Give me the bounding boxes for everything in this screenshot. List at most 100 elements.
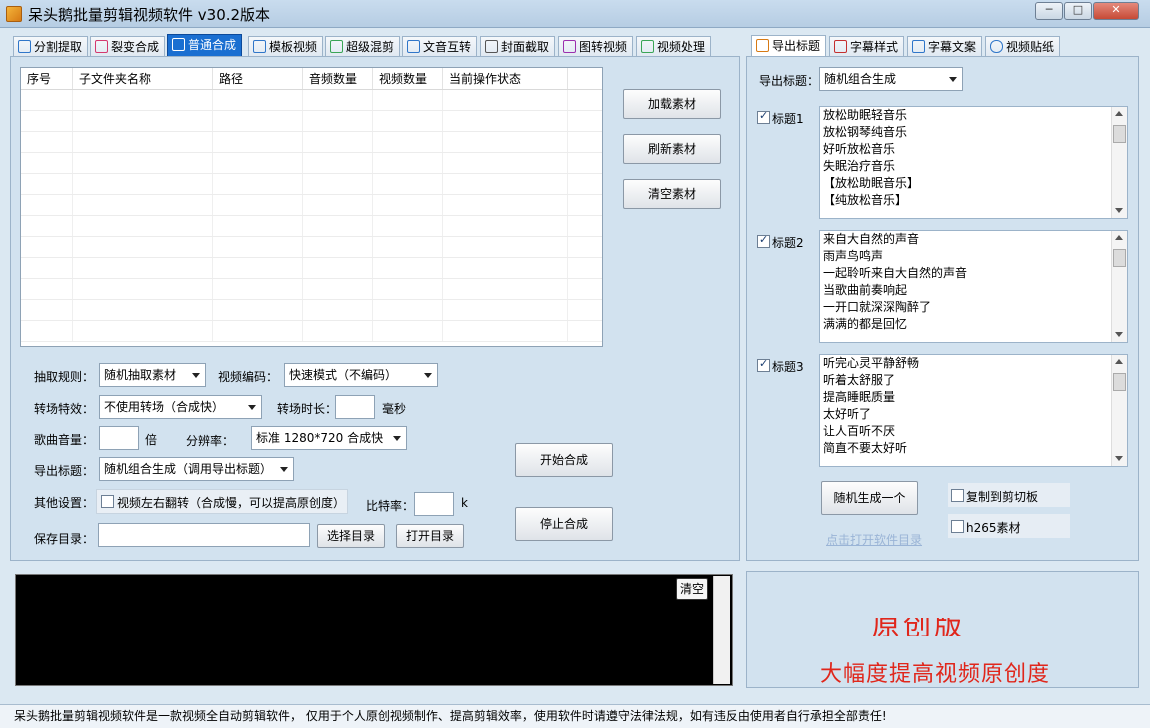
title1-checkbox[interactable] bbox=[757, 109, 770, 124]
app-logo-icon bbox=[6, 6, 22, 22]
transition-select[interactable]: 不使用转场（合成快） bbox=[99, 395, 262, 419]
save-dir-input[interactable] bbox=[98, 523, 310, 547]
table-row bbox=[21, 258, 602, 279]
table-header: 序号 子文件夹名称 路径 音频数量 视频数量 当前操作状态 bbox=[21, 68, 602, 90]
export-title-mode-select[interactable]: 随机组合生成 bbox=[819, 67, 963, 91]
tab-export-title[interactable]: 导出标题 bbox=[751, 35, 827, 58]
choose-dir-button[interactable]: 选择目录 bbox=[317, 524, 385, 548]
table-row bbox=[21, 174, 602, 195]
list-item: 提高睡眠质量 bbox=[823, 390, 896, 404]
list-item: 一开口就深深陶醉了 bbox=[823, 300, 932, 314]
tab-subtitle-style[interactable]: 字幕样式 bbox=[829, 36, 905, 57]
split-icon bbox=[18, 40, 31, 53]
random-generate-button[interactable]: 随机生成一个 bbox=[821, 481, 918, 515]
scroll-down-icon bbox=[1115, 332, 1123, 337]
video-process-icon bbox=[641, 40, 654, 53]
open-dir-button[interactable]: 打开目录 bbox=[396, 524, 464, 548]
list-item: 听着太舒服了 bbox=[823, 373, 896, 387]
title3-scrollbar[interactable] bbox=[1111, 355, 1127, 466]
export-title-icon bbox=[756, 39, 769, 52]
list-item: 放松钢琴纯音乐 bbox=[823, 125, 908, 139]
tab-template-video[interactable]: 模板视频 bbox=[248, 36, 324, 57]
table-row bbox=[21, 237, 602, 258]
tab-video-sticker[interactable]: 视频贴纸 bbox=[985, 36, 1061, 57]
scroll-up-icon bbox=[1115, 359, 1123, 364]
scroll-thumb[interactable] bbox=[1113, 373, 1126, 391]
title1-scrollbar[interactable] bbox=[1111, 107, 1127, 218]
list-item: 简直不要太好听 bbox=[823, 441, 908, 455]
transition-label: 转场特效： bbox=[34, 402, 95, 416]
table-row bbox=[21, 132, 602, 153]
tab-normal-compose[interactable]: 普通合成 bbox=[167, 34, 243, 57]
col-audio-count: 音频数量 bbox=[303, 68, 373, 89]
col-path: 路径 bbox=[213, 68, 303, 89]
col-folder-name: 子文件夹名称 bbox=[73, 68, 213, 89]
list-item: 太好听了 bbox=[823, 407, 872, 421]
list-item: 一起聆听来自大自然的声音 bbox=[823, 266, 968, 280]
video-codec-select[interactable]: 快速模式（不编码） bbox=[284, 363, 438, 387]
close-button[interactable]: ✕ bbox=[1093, 2, 1139, 20]
scroll-thumb[interactable] bbox=[1113, 249, 1126, 267]
list-item: 好听放松音乐 bbox=[823, 142, 896, 156]
resolution-select[interactable]: 标准 1280*720 合成快 bbox=[251, 426, 407, 450]
export-title-select[interactable]: 随机组合生成（调用导出标题） bbox=[99, 457, 294, 481]
flip-checkbox[interactable] bbox=[101, 495, 114, 508]
table-row bbox=[21, 216, 602, 237]
tab-fission[interactable]: 裂变合成 bbox=[90, 36, 166, 57]
clear-material-button[interactable]: 清空素材 bbox=[623, 179, 721, 209]
refresh-material-button[interactable]: 刷新素材 bbox=[623, 134, 721, 164]
star-icon bbox=[990, 40, 1003, 53]
list-item: 【放松助眠音乐】 bbox=[823, 176, 920, 190]
transition-duration-unit: 毫秒 bbox=[382, 402, 407, 416]
copy-clipboard-checkbox[interactable] bbox=[951, 489, 964, 502]
maximize-button[interactable]: □ bbox=[1064, 2, 1092, 20]
log-scrollbar[interactable] bbox=[713, 576, 730, 684]
image-video-icon bbox=[563, 40, 576, 53]
table-row bbox=[21, 300, 602, 321]
chevron-down-icon bbox=[949, 77, 957, 82]
flip-option-label: 视频左右翻转（合成慢，可以提高原创度） bbox=[117, 496, 346, 510]
material-table[interactable]: 序号 子文件夹名称 路径 音频数量 视频数量 当前操作状态 bbox=[20, 67, 603, 347]
stop-compose-button[interactable]: 停止合成 bbox=[515, 507, 613, 541]
chevron-down-icon bbox=[393, 436, 401, 441]
title1-textarea[interactable]: 放松助眠轻音乐 放松钢琴纯音乐 好听放松音乐 失眠治疗音乐 【放松助眠音乐】 【… bbox=[819, 106, 1128, 219]
list-item: 雨声鸟鸣声 bbox=[823, 249, 884, 263]
open-software-dir-link[interactable]: 点击打开软件目录 bbox=[826, 531, 922, 548]
list-item: 满满的都是回忆 bbox=[823, 317, 908, 331]
scroll-thumb[interactable] bbox=[1113, 125, 1126, 143]
song-volume-input[interactable] bbox=[99, 426, 139, 450]
col-video-count: 视频数量 bbox=[373, 68, 443, 89]
title2-checkbox[interactable] bbox=[757, 233, 770, 248]
h265-checkbox[interactable] bbox=[951, 520, 964, 533]
bitrate-input[interactable] bbox=[414, 492, 454, 516]
play-icon bbox=[172, 38, 185, 51]
load-material-button[interactable]: 加载素材 bbox=[623, 89, 721, 119]
title3-textarea[interactable]: 听完心灵平静舒畅 听着太舒服了 提高睡眠质量 太好听了 让人百听不厌 简直不要太… bbox=[819, 354, 1128, 467]
list-item: 失眠治疗音乐 bbox=[823, 159, 896, 173]
fission-icon bbox=[95, 40, 108, 53]
table-row bbox=[21, 153, 602, 174]
tab-subtitle-text[interactable]: 字幕文案 bbox=[907, 36, 983, 57]
microphone-icon bbox=[407, 40, 420, 53]
scroll-down-icon bbox=[1115, 456, 1123, 461]
title3-label: 标题3 bbox=[772, 360, 804, 374]
title2-textarea[interactable]: 来自大自然的声音 雨声鸟鸣声 一起聆听来自大自然的声音 当歌曲前奏响起 一开口就… bbox=[819, 230, 1128, 343]
log-output[interactable] bbox=[15, 574, 733, 686]
tab-image-to-video[interactable]: 图转视频 bbox=[558, 36, 634, 57]
tab-video-process[interactable]: 视频处理 bbox=[636, 36, 712, 57]
title3-checkbox[interactable] bbox=[757, 357, 770, 372]
start-compose-button[interactable]: 开始合成 bbox=[515, 443, 613, 477]
tab-text-audio[interactable]: 文音互转 bbox=[402, 36, 478, 57]
transition-duration-input[interactable] bbox=[335, 395, 375, 419]
title2-scrollbar[interactable] bbox=[1111, 231, 1127, 342]
tab-super-mix[interactable]: 超级混剪 bbox=[325, 36, 401, 57]
table-row bbox=[21, 279, 602, 300]
col-status: 当前操作状态 bbox=[443, 68, 568, 89]
song-volume-label: 歌曲音量： bbox=[34, 433, 95, 447]
tab-split-extract[interactable]: 分割提取 bbox=[13, 36, 89, 57]
extract-rule-select[interactable]: 随机抽取素材 bbox=[99, 363, 206, 387]
tab-cover-capture[interactable]: 封面截取 bbox=[480, 36, 556, 57]
scroll-up-icon bbox=[1115, 235, 1123, 240]
minimize-button[interactable]: ─ bbox=[1035, 2, 1063, 20]
clear-log-button[interactable]: 清空 bbox=[676, 578, 708, 600]
